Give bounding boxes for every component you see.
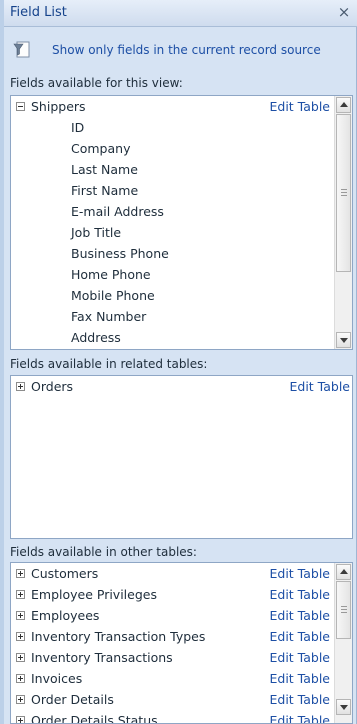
table-row-other[interactable]: Order Details Edit Table [11, 690, 352, 710]
field-name: Home Phone [71, 267, 151, 282]
table-name: Shippers [31, 99, 86, 114]
other-tables-list: Customers Edit Table Employee Privileges Ed… [10, 562, 353, 724]
field-name: E-mail Address [71, 204, 164, 219]
close-icon[interactable]: × [335, 2, 353, 22]
table-name: Orders [31, 379, 74, 394]
scroll-down-icon [340, 705, 348, 710]
table-name: Invoices [31, 671, 83, 686]
field-name: Business Phone [71, 246, 169, 261]
scroll-down-icon [340, 338, 348, 343]
table-row-other[interactable]: Invoices Edit Table [11, 669, 352, 689]
field-item[interactable]: Mobile Phone [11, 286, 352, 306]
grip-icon [341, 192, 347, 193]
grip-icon [341, 195, 347, 196]
show-only-current-fields-link[interactable]: Show only fields in the current record s… [52, 43, 321, 57]
vertical-scrollbar[interactable] [334, 563, 352, 723]
pane-title-bar: Field List × [4, 0, 357, 27]
table-name: Employee Privileges [31, 587, 157, 602]
edit-table-link[interactable]: Edit Table [269, 648, 330, 668]
field-item[interactable]: Job Title [11, 223, 352, 243]
scroll-up-button[interactable] [336, 564, 351, 580]
grip-icon [341, 612, 347, 613]
grip-icon [341, 606, 347, 607]
expand-icon[interactable] [16, 569, 25, 578]
field-item[interactable]: Last Name [11, 160, 352, 180]
expand-icon[interactable] [16, 716, 25, 723]
expand-icon[interactable] [16, 611, 25, 620]
field-name: Address [71, 330, 121, 345]
field-item[interactable]: Company [11, 139, 352, 159]
edit-table-link[interactable]: Edit Table [269, 97, 330, 117]
scroll-up-icon [340, 569, 348, 574]
table-row-other[interactable]: Inventory Transactions Edit Table [11, 648, 352, 668]
related-tables-list: Orders Edit Table [10, 375, 353, 539]
field-list-pane: Field List × Show only fields in the cur… [0, 0, 357, 724]
grip-icon [341, 609, 347, 610]
edit-table-link[interactable]: Edit Table [289, 377, 350, 397]
field-item[interactable]: Business Phone [11, 244, 352, 264]
show-only-current-fields[interactable]: Show only fields in the current record s… [4, 40, 357, 62]
edit-table-link[interactable]: Edit Table [269, 627, 330, 647]
expand-icon[interactable] [16, 382, 25, 391]
edit-table-link[interactable]: Edit Table [269, 585, 330, 605]
table-name: Order Details Status [31, 713, 158, 724]
scroll-down-button[interactable] [336, 699, 351, 715]
table-name: Customers [31, 566, 99, 581]
field-name: Last Name [71, 162, 138, 177]
current-view-fields-label: Fields available for this view: [10, 76, 183, 90]
edit-table-link[interactable]: Edit Table [269, 690, 330, 710]
table-row-other[interactable]: Customers Edit Table [11, 564, 352, 584]
field-name: Mobile Phone [71, 288, 155, 303]
field-item[interactable]: E-mail Address [11, 202, 352, 222]
table-row-related[interactable]: Orders Edit Table [11, 377, 352, 397]
field-name: First Name [71, 183, 139, 198]
vertical-scrollbar[interactable] [334, 96, 352, 349]
edit-table-link[interactable]: Edit Table [269, 711, 330, 723]
expand-icon[interactable] [16, 590, 25, 599]
scroll-up-icon [340, 102, 348, 107]
field-name: Job Title [71, 225, 122, 240]
table-name: Inventory Transactions [31, 650, 173, 665]
field-item[interactable]: Home Phone [11, 265, 352, 285]
other-tables-label: Fields available in other tables: [10, 545, 197, 559]
table-name: Inventory Transaction Types [31, 629, 206, 644]
field-item[interactable]: Address [11, 328, 352, 348]
edit-table-link[interactable]: Edit Table [269, 669, 330, 689]
scrollbar-thumb[interactable] [336, 581, 351, 639]
grip-icon [341, 189, 347, 190]
table-name: Employees [31, 608, 100, 623]
field-item[interactable]: ID [11, 118, 352, 138]
expand-icon[interactable] [16, 653, 25, 662]
field-item[interactable]: First Name [11, 181, 352, 201]
table-row-shippers[interactable]: Shippers Edit Table [11, 97, 352, 117]
filter-fields-icon [13, 41, 30, 58]
expand-icon[interactable] [16, 632, 25, 641]
field-item[interactable]: Fax Number [11, 307, 352, 327]
table-row-other[interactable]: Order Details Status Edit Table [11, 711, 352, 724]
edit-table-link[interactable]: Edit Table [269, 606, 330, 626]
collapse-icon[interactable] [16, 102, 25, 111]
current-view-fields-list: Shippers Edit Table ID Company Last Name Fi… [10, 95, 353, 350]
table-row-other[interactable]: Employee Privileges Edit Table [11, 585, 352, 605]
field-name: Company [71, 141, 131, 156]
expand-icon[interactable] [16, 695, 25, 704]
field-name: ID [71, 120, 85, 135]
table-row-other[interactable]: Inventory Transaction Types Edit Table [11, 627, 352, 647]
scrollbar-thumb[interactable] [336, 114, 351, 272]
scroll-up-button[interactable] [336, 97, 351, 113]
expand-icon[interactable] [16, 674, 25, 683]
field-name: Fax Number [71, 309, 147, 324]
table-row-other[interactable]: Employees Edit Table [11, 606, 352, 626]
pane-title: Field List [10, 5, 67, 20]
scroll-down-button[interactable] [336, 332, 351, 348]
related-tables-label: Fields available in related tables: [10, 357, 208, 371]
table-name: Order Details [31, 692, 114, 707]
edit-table-link[interactable]: Edit Table [269, 564, 330, 584]
